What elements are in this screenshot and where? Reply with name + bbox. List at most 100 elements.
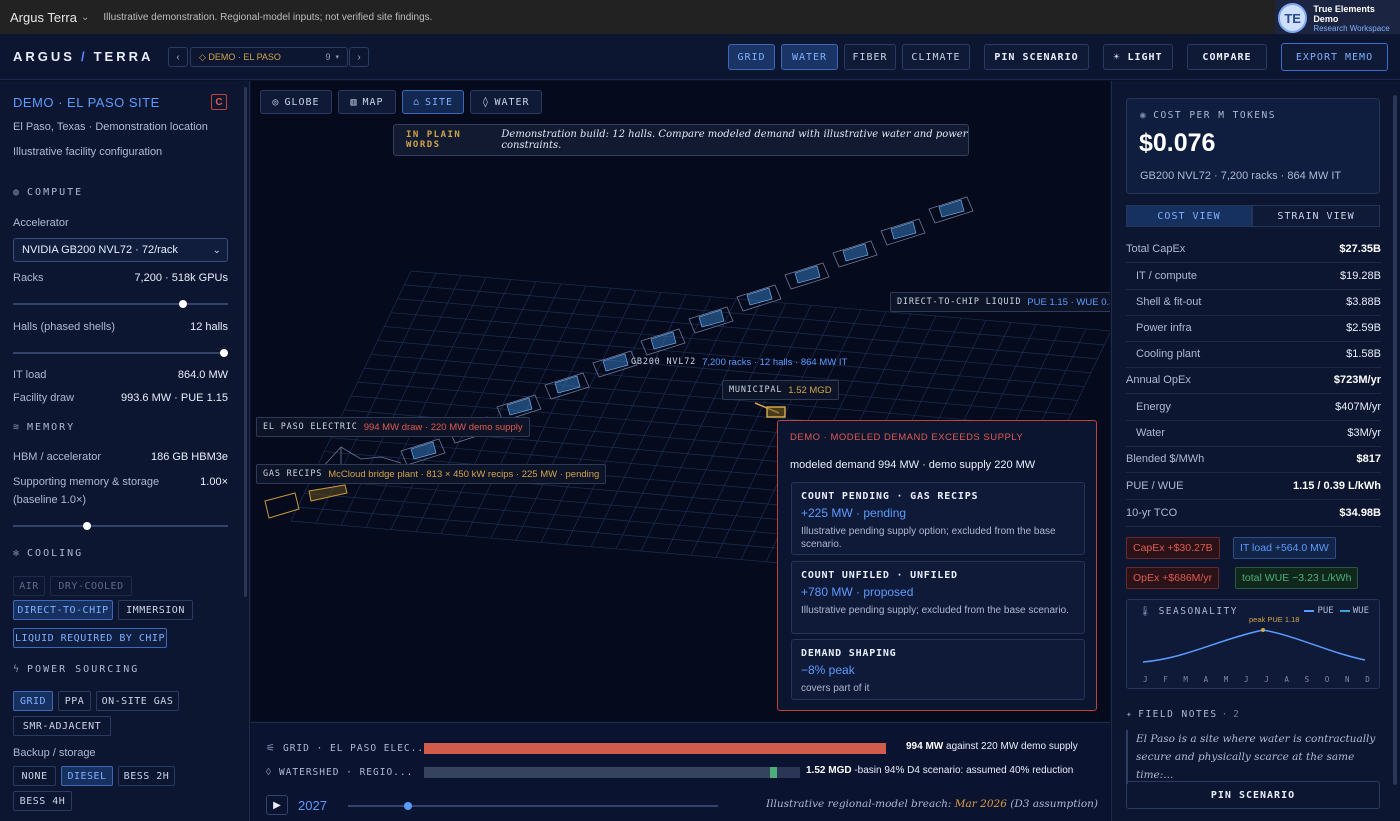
racks-slider-knob[interactable] bbox=[178, 300, 187, 308]
row-divider bbox=[1126, 367, 1381, 368]
tab-globe[interactable]: ◎ GLOBE bbox=[260, 90, 332, 114]
cost-row: IT / compute $19.28B bbox=[1136, 270, 1381, 282]
popup-card-gas[interactable]: COUNT PENDING · GAS RECIPS +225 MW · pen… bbox=[791, 482, 1085, 555]
cooling-callout[interactable]: DIRECT-TO-CHIP LIQUIDPUE 1.15 · WUE 0.39 bbox=[890, 292, 1110, 312]
layer-climate-toggle[interactable]: CLIMATE bbox=[902, 44, 970, 70]
support-memory-slider[interactable] bbox=[13, 522, 228, 530]
coin-icon: ◉ bbox=[1140, 110, 1148, 121]
cost-row: Annual OpEx $723M/yr bbox=[1126, 374, 1381, 386]
grid-bar-fill bbox=[424, 743, 886, 754]
layer-water-toggle[interactable]: WATER bbox=[781, 44, 838, 70]
app-header: ARGUS / TERRA ‹ ◇ DEMO · EL PASO 9 ▾ › GRI… bbox=[0, 34, 1400, 80]
it-load-row: IT load 864.0 MW bbox=[13, 369, 228, 381]
pin-scenario-button[interactable]: PIN SCENARIO bbox=[984, 44, 1089, 70]
halls-row: Halls (phased shells) 12 halls bbox=[13, 321, 228, 333]
racks-slider[interactable] bbox=[13, 300, 228, 308]
panel-scrollbar[interactable] bbox=[1393, 95, 1397, 785]
accelerator-value: NVIDIA GB200 NVL72 · 72/rack bbox=[22, 244, 178, 256]
accelerator-select[interactable]: NVIDIA GB200 NVL72 · 72/rack ⌄ bbox=[13, 238, 228, 262]
field-notes-key: ✦ FIELD NOTES · 2 bbox=[1126, 709, 1239, 720]
gb200-callout[interactable]: GB200 NVL72 7,200 racks · 12 halls · 864 … bbox=[625, 352, 853, 372]
month-label: M bbox=[1183, 675, 1188, 684]
month-label: S bbox=[1305, 675, 1310, 684]
seasonality-card: 🌡 SEASONALITY PUE WUE peak PUE 1.18 JFMAMJ… bbox=[1126, 599, 1380, 689]
cooling-dry-option[interactable]: DRY-COOLED bbox=[50, 576, 132, 596]
cooling-immersion-option[interactable]: IMMERSION bbox=[118, 600, 193, 620]
month-label: D bbox=[1365, 675, 1370, 684]
cooling-air-option[interactable]: AIR bbox=[13, 576, 45, 596]
workspace-avatar[interactable]: TE bbox=[1278, 3, 1308, 33]
delta-wue-badge: total WUE −3.23 L/kWh bbox=[1235, 567, 1359, 589]
site-title: DEMO · EL PASO SITE bbox=[13, 95, 160, 110]
hall-block bbox=[880, 218, 926, 246]
chevron-down-icon[interactable]: ⌄ bbox=[81, 12, 89, 23]
water-bar-fill bbox=[424, 767, 778, 778]
strain-view-tab[interactable]: STRAIN VIEW bbox=[1252, 205, 1380, 227]
power-gas-option[interactable]: ON-SITE GAS bbox=[96, 691, 179, 711]
month-label: A bbox=[1204, 675, 1209, 684]
halls-slider-knob[interactable] bbox=[220, 349, 228, 357]
facility-draw-row: Facility draw 993.6 MW · PUE 1.15 bbox=[13, 392, 228, 404]
layer-fiber-toggle[interactable]: FIBER bbox=[844, 44, 896, 70]
power-ppa-option[interactable]: PPA bbox=[58, 691, 91, 711]
next-site-button[interactable]: › bbox=[349, 47, 369, 67]
month-label: F bbox=[1163, 675, 1168, 684]
row-divider bbox=[1126, 262, 1381, 263]
brand-logo: ARGUS / TERRA bbox=[13, 49, 154, 64]
municipal-callout[interactable]: MUNICIPAL 1.52 MGD bbox=[722, 380, 839, 400]
gas-recips-callout[interactable]: GAS RECIPS McCloud bridge plant · 813 × 4… bbox=[256, 464, 607, 484]
timeline-knob[interactable] bbox=[403, 802, 412, 810]
power-grid-option[interactable]: GRID bbox=[13, 691, 53, 711]
power-section-title: ϟ POWER SOURCING bbox=[13, 664, 140, 675]
light-mode-button[interactable]: ☀ LIGHT bbox=[1103, 44, 1173, 70]
cost-row: Blended $/MWh $817 bbox=[1126, 453, 1381, 465]
popup-card-unfiled[interactable]: COUNT UNFILED · UNFILED +780 MW · propos… bbox=[791, 561, 1085, 634]
cost-view-tab[interactable]: COST VIEW bbox=[1126, 205, 1252, 227]
support-slider-knob[interactable] bbox=[83, 522, 92, 530]
compare-button[interactable]: COMPARE bbox=[1187, 44, 1267, 70]
backup-bess2-option[interactable]: BESS 2H bbox=[118, 766, 175, 786]
row-divider bbox=[1126, 420, 1381, 421]
site-viewport[interactable]: ◎ GLOBE ▥ MAP ⌂ SITE ◊ WATER IN PLAIN WORDS … bbox=[251, 81, 1110, 721]
droplet-icon: ◊ bbox=[266, 766, 271, 778]
play-button[interactable]: ▶ bbox=[266, 795, 288, 815]
popup-card-shaping[interactable]: DEMAND SHAPING −8% peak covers part of i… bbox=[791, 639, 1085, 700]
bolt-icon: ϟ bbox=[13, 664, 22, 675]
sidebar-scrollbar[interactable] bbox=[244, 87, 247, 597]
row-divider bbox=[1126, 499, 1381, 500]
cooling-dtc-option[interactable]: DIRECT-TO-CHIP bbox=[13, 600, 113, 620]
el-paso-electric-callout[interactable]: EL PASO ELECTRIC 994 MW draw · 220 MW dem… bbox=[256, 417, 530, 437]
config-sidebar: DEMO · EL PASO SITE C El Paso, Texas · D… bbox=[0, 81, 250, 821]
app-menu[interactable]: Argus Terra bbox=[10, 10, 77, 25]
power-smr-option[interactable]: SMR-ADJACENT bbox=[13, 716, 111, 736]
export-memo-button[interactable]: EXPORT MEMO bbox=[1281, 43, 1388, 71]
backup-diesel-option[interactable]: DIESEL bbox=[61, 766, 113, 786]
backup-bess4-option[interactable]: BESS 4H bbox=[13, 791, 72, 811]
delta-capex-badge: CapEx +$30.27B bbox=[1126, 537, 1220, 559]
os-title-bar: Argus Terra ⌄ Illustrative demonstration… bbox=[0, 0, 1400, 34]
liquid-required-badge: LIQUID REQUIRED BY CHIP bbox=[13, 628, 167, 648]
racks-row: Racks 7,200 · 518k GPUs bbox=[13, 272, 228, 284]
timeline-slider[interactable] bbox=[348, 802, 718, 810]
pin-scenario-bottom-button[interactable]: PIN SCENARIO bbox=[1126, 781, 1380, 809]
supply-gap-popup: DEMO · MODELED DEMAND EXCEEDS SUPPLY mod… bbox=[777, 420, 1097, 711]
cost-row: Power infra $2.59B bbox=[1136, 322, 1381, 334]
tab-map[interactable]: ▥ MAP bbox=[338, 90, 396, 114]
cost-desc: GB200 NVL72 · 7,200 racks · 864 MW IT bbox=[1140, 170, 1342, 182]
halls-slider[interactable] bbox=[13, 349, 228, 357]
prev-site-button[interactable]: ‹ bbox=[168, 47, 188, 67]
peak-marker bbox=[1261, 628, 1265, 632]
constraint-strip: ⚟ GRID · EL PASO ELEC... 994 MW against … bbox=[251, 722, 1110, 821]
workspace-badge[interactable]: TE True Elements Demo Research Workspace bbox=[1275, 0, 1400, 36]
row-divider bbox=[1126, 472, 1381, 473]
site-selector[interactable]: ◇ DEMO · EL PASO 9 ▾ bbox=[190, 47, 348, 67]
popup-header: DEMO · MODELED DEMAND EXCEEDS SUPPLY bbox=[790, 432, 1024, 443]
row-divider bbox=[1126, 341, 1381, 342]
tab-site[interactable]: ⌂ SITE bbox=[402, 90, 464, 114]
row-divider bbox=[1126, 315, 1381, 316]
cost-row: Water $3M/yr bbox=[1136, 427, 1381, 439]
month-label: J bbox=[1264, 675, 1269, 684]
tab-water[interactable]: ◊ WATER bbox=[470, 90, 542, 114]
backup-none-option[interactable]: NONE bbox=[13, 766, 56, 786]
layer-grid-toggle[interactable]: GRID bbox=[728, 44, 775, 70]
